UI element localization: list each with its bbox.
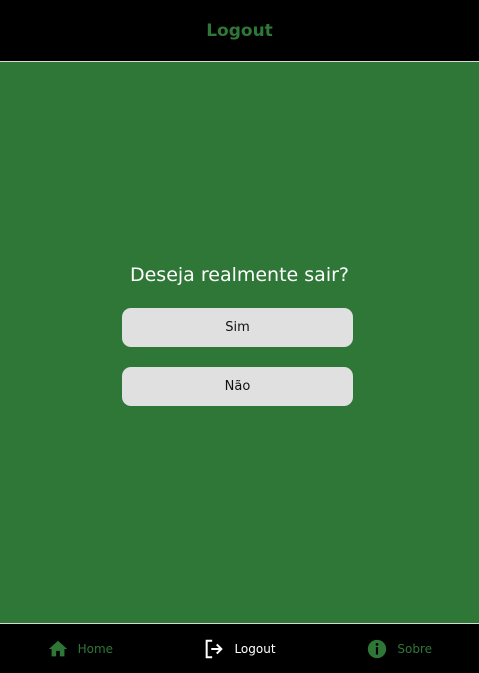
bottom-navigation: Home Logout Sobre (0, 623, 479, 673)
logout-content: Deseja realmente sair? Sim Não (0, 63, 479, 623)
info-icon (366, 638, 388, 660)
logout-icon (203, 638, 225, 660)
cancel-logout-button[interactable]: Não (122, 367, 353, 406)
nav-item-label: Sobre (397, 641, 432, 656)
home-icon (47, 638, 69, 660)
logout-question: Deseja realmente sair? (129, 264, 349, 286)
nav-item-logout[interactable]: Logout (160, 624, 320, 673)
top-app-bar: Logout (0, 0, 479, 62)
nav-item-sobre[interactable]: Sobre (319, 624, 479, 673)
app-window: Logout Deseja realmente sair? Sim Não Ho… (0, 0, 479, 673)
nav-item-label: Home (77, 641, 114, 656)
confirm-logout-button[interactable]: Sim (122, 308, 353, 347)
nav-item-home[interactable]: Home (0, 624, 160, 673)
page-title: Logout (206, 20, 273, 41)
nav-item-label: Logout (234, 641, 276, 656)
